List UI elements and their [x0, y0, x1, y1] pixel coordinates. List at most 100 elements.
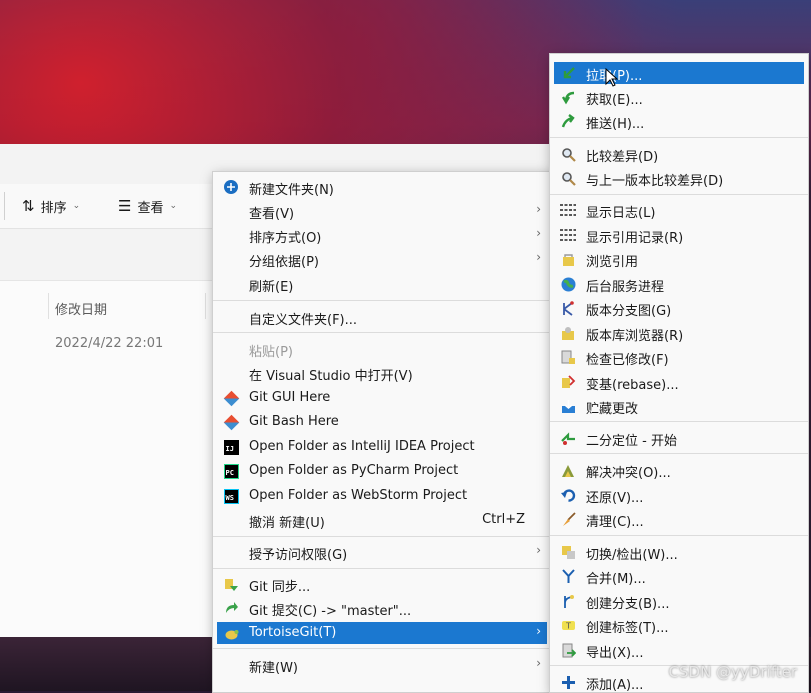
merge-icon	[560, 568, 576, 584]
watermark: CSDN @yyDrifter	[668, 663, 797, 681]
chevron-right-icon: ›	[536, 656, 541, 670]
menu-item-show-log[interactable]: 显示日志(L)	[554, 199, 804, 221]
menu-separator	[550, 194, 808, 195]
sort-label: 排序	[40, 200, 67, 216]
pycharm-icon: PC	[223, 463, 239, 479]
git-icon	[223, 414, 239, 430]
menu-item-pull[interactable]: 拉取(P)...	[554, 62, 804, 84]
sort-icon: ⇅	[22, 197, 35, 215]
menu-item-git-bash-here[interactable]: Git Bash Here	[217, 411, 547, 433]
menu-item-export[interactable]: 导出(X)...	[554, 639, 804, 661]
column-divider[interactable]	[205, 293, 206, 319]
menu-item-rebase[interactable]: 变基(rebase)...	[554, 371, 804, 393]
menu-item-git-sync[interactable]: Git 同步...	[217, 573, 547, 595]
broom-icon	[560, 511, 576, 527]
menu-item-open-pycharm[interactable]: PC Open Folder as PyCharm Project	[217, 460, 547, 482]
menu-item-customize-folder[interactable]: 自定义文件夹(F)...	[217, 306, 547, 328]
menu-separator	[213, 300, 551, 301]
menu-item-cleanup[interactable]: 清理(C)...	[554, 508, 804, 530]
reflog-icon	[560, 227, 576, 243]
tortoisegit-icon	[223, 625, 239, 641]
push-icon	[560, 113, 576, 129]
file-modified-date: 2022/4/22 22:01	[55, 336, 164, 351]
tortoisegit-submenu: 拉取(P)... 获取(E)... 推送(H)... 比较差异(D) 与上一版本…	[549, 53, 809, 693]
menu-separator	[213, 648, 551, 649]
stash-icon	[560, 398, 576, 414]
chevron-down-icon: ⌄	[169, 201, 178, 211]
menu-item-show-reflog[interactable]: 显示引用记录(R)	[554, 224, 804, 246]
menu-item-bisect-start[interactable]: 二分定位 - 开始	[554, 427, 804, 449]
menu-item-sort-by[interactable]: 排序方式(O) ›	[217, 224, 547, 246]
menu-separator	[550, 137, 808, 138]
sort-button[interactable]: ⇅ 排序 ⌄	[22, 194, 80, 218]
chevron-right-icon: ›	[536, 202, 541, 216]
chevron-right-icon: ›	[536, 250, 541, 264]
menu-item-grant-access[interactable]: 授予访问权限(G) ›	[217, 541, 547, 563]
magnifier-icon	[560, 170, 576, 186]
view-label: 查看	[137, 200, 164, 216]
menu-item-new-folder[interactable]: 新建文件夹(N)	[217, 176, 547, 198]
menu-separator	[213, 332, 551, 333]
menu-item-diff-previous[interactable]: 与上一版本比较差异(D)	[554, 167, 804, 189]
context-menu: 新建文件夹(N) 查看(V) › 排序方式(O) › 分组依据(P) › 刷新(…	[212, 171, 552, 693]
menu-item-create-tag[interactable]: T 创建标签(T)...	[554, 614, 804, 636]
menu-separator	[550, 421, 808, 422]
menu-item-git-commit[interactable]: Git 提交(C) -> "master"...	[217, 597, 547, 619]
plus-icon	[560, 674, 576, 690]
menu-item-git-gui-here[interactable]: Git GUI Here	[217, 387, 547, 409]
log-icon	[560, 202, 576, 218]
revision-graph-icon	[560, 300, 576, 316]
menu-separator	[550, 535, 808, 536]
view-button[interactable]: ☰ 查看 ⌄	[118, 194, 177, 218]
globe-icon	[560, 276, 576, 292]
menu-item-check-modifications[interactable]: 检查已修改(F)	[554, 346, 804, 368]
intellij-icon: IJ	[223, 439, 239, 455]
menu-item-fetch[interactable]: 获取(E)...	[554, 86, 804, 108]
view-icon: ☰	[118, 197, 132, 215]
column-header-modified-date[interactable]: 修改日期	[55, 299, 107, 318]
repo-browser-icon	[560, 325, 576, 341]
menu-item-merge[interactable]: 合并(M)...	[554, 565, 804, 587]
bisect-icon	[560, 430, 576, 446]
menu-item-daemon[interactable]: 后台服务进程	[554, 273, 804, 295]
menu-item-open-in-visual-studio[interactable]: 在 Visual Studio 中打开(V)	[217, 362, 547, 384]
menu-item-undo-new[interactable]: 撤消 新建(U) Ctrl+Z	[217, 509, 547, 531]
menu-item-paste: 粘贴(P)	[249, 345, 293, 360]
chevron-right-icon: ›	[536, 226, 541, 240]
menu-item-repo-browser[interactable]: 版本库浏览器(R)	[554, 322, 804, 344]
tag-icon: T	[560, 617, 576, 633]
menu-item-switch-checkout[interactable]: 切换/检出(W)...	[554, 541, 804, 563]
menu-item-diff[interactable]: 比较差异(D)	[554, 143, 804, 165]
rebase-icon	[560, 374, 576, 390]
revert-icon	[560, 487, 576, 503]
browse-refs-icon	[560, 251, 576, 267]
menu-item-revision-graph[interactable]: 版本分支图(G)	[554, 297, 804, 319]
toolbar-divider	[4, 192, 5, 220]
menu-item-create-branch[interactable]: 创建分支(B)...	[554, 590, 804, 612]
menu-item-tortoisegit[interactable]: TortoiseGit(T) ›	[217, 622, 547, 644]
git-commit-icon	[223, 600, 239, 616]
menu-separator	[213, 568, 551, 569]
chevron-right-icon: ›	[536, 624, 541, 638]
column-divider[interactable]	[48, 293, 49, 319]
fetch-icon	[560, 89, 576, 105]
menu-item-resolve[interactable]: 解决冲突(O)...	[554, 459, 804, 481]
menu-item-push[interactable]: 推送(H)...	[554, 110, 804, 132]
menu-item-refresh[interactable]: 刷新(E)	[217, 273, 547, 295]
menu-item-stash[interactable]: 贮藏更改	[554, 395, 804, 417]
new-folder-icon	[223, 179, 239, 195]
svg-text:T: T	[565, 621, 571, 630]
git-sync-icon	[223, 576, 239, 592]
menu-item-browse-refs[interactable]: 浏览引用	[554, 248, 804, 270]
webstorm-icon: WS	[223, 488, 239, 504]
menu-item-group-by[interactable]: 分组依据(P) ›	[217, 248, 547, 270]
menu-item-view[interactable]: 查看(V) ›	[217, 200, 547, 222]
menu-item-revert[interactable]: 还原(V)...	[554, 484, 804, 506]
pull-icon	[560, 65, 576, 81]
menu-item-open-intellij[interactable]: IJ Open Folder as IntelliJ IDEA Project	[217, 436, 547, 458]
menu-item-open-webstorm[interactable]: WS Open Folder as WebStorm Project	[217, 485, 547, 507]
switch-icon	[560, 544, 576, 560]
menu-separator	[550, 453, 808, 454]
menu-separator	[213, 536, 551, 537]
menu-item-new[interactable]: 新建(W) ›	[217, 654, 547, 676]
